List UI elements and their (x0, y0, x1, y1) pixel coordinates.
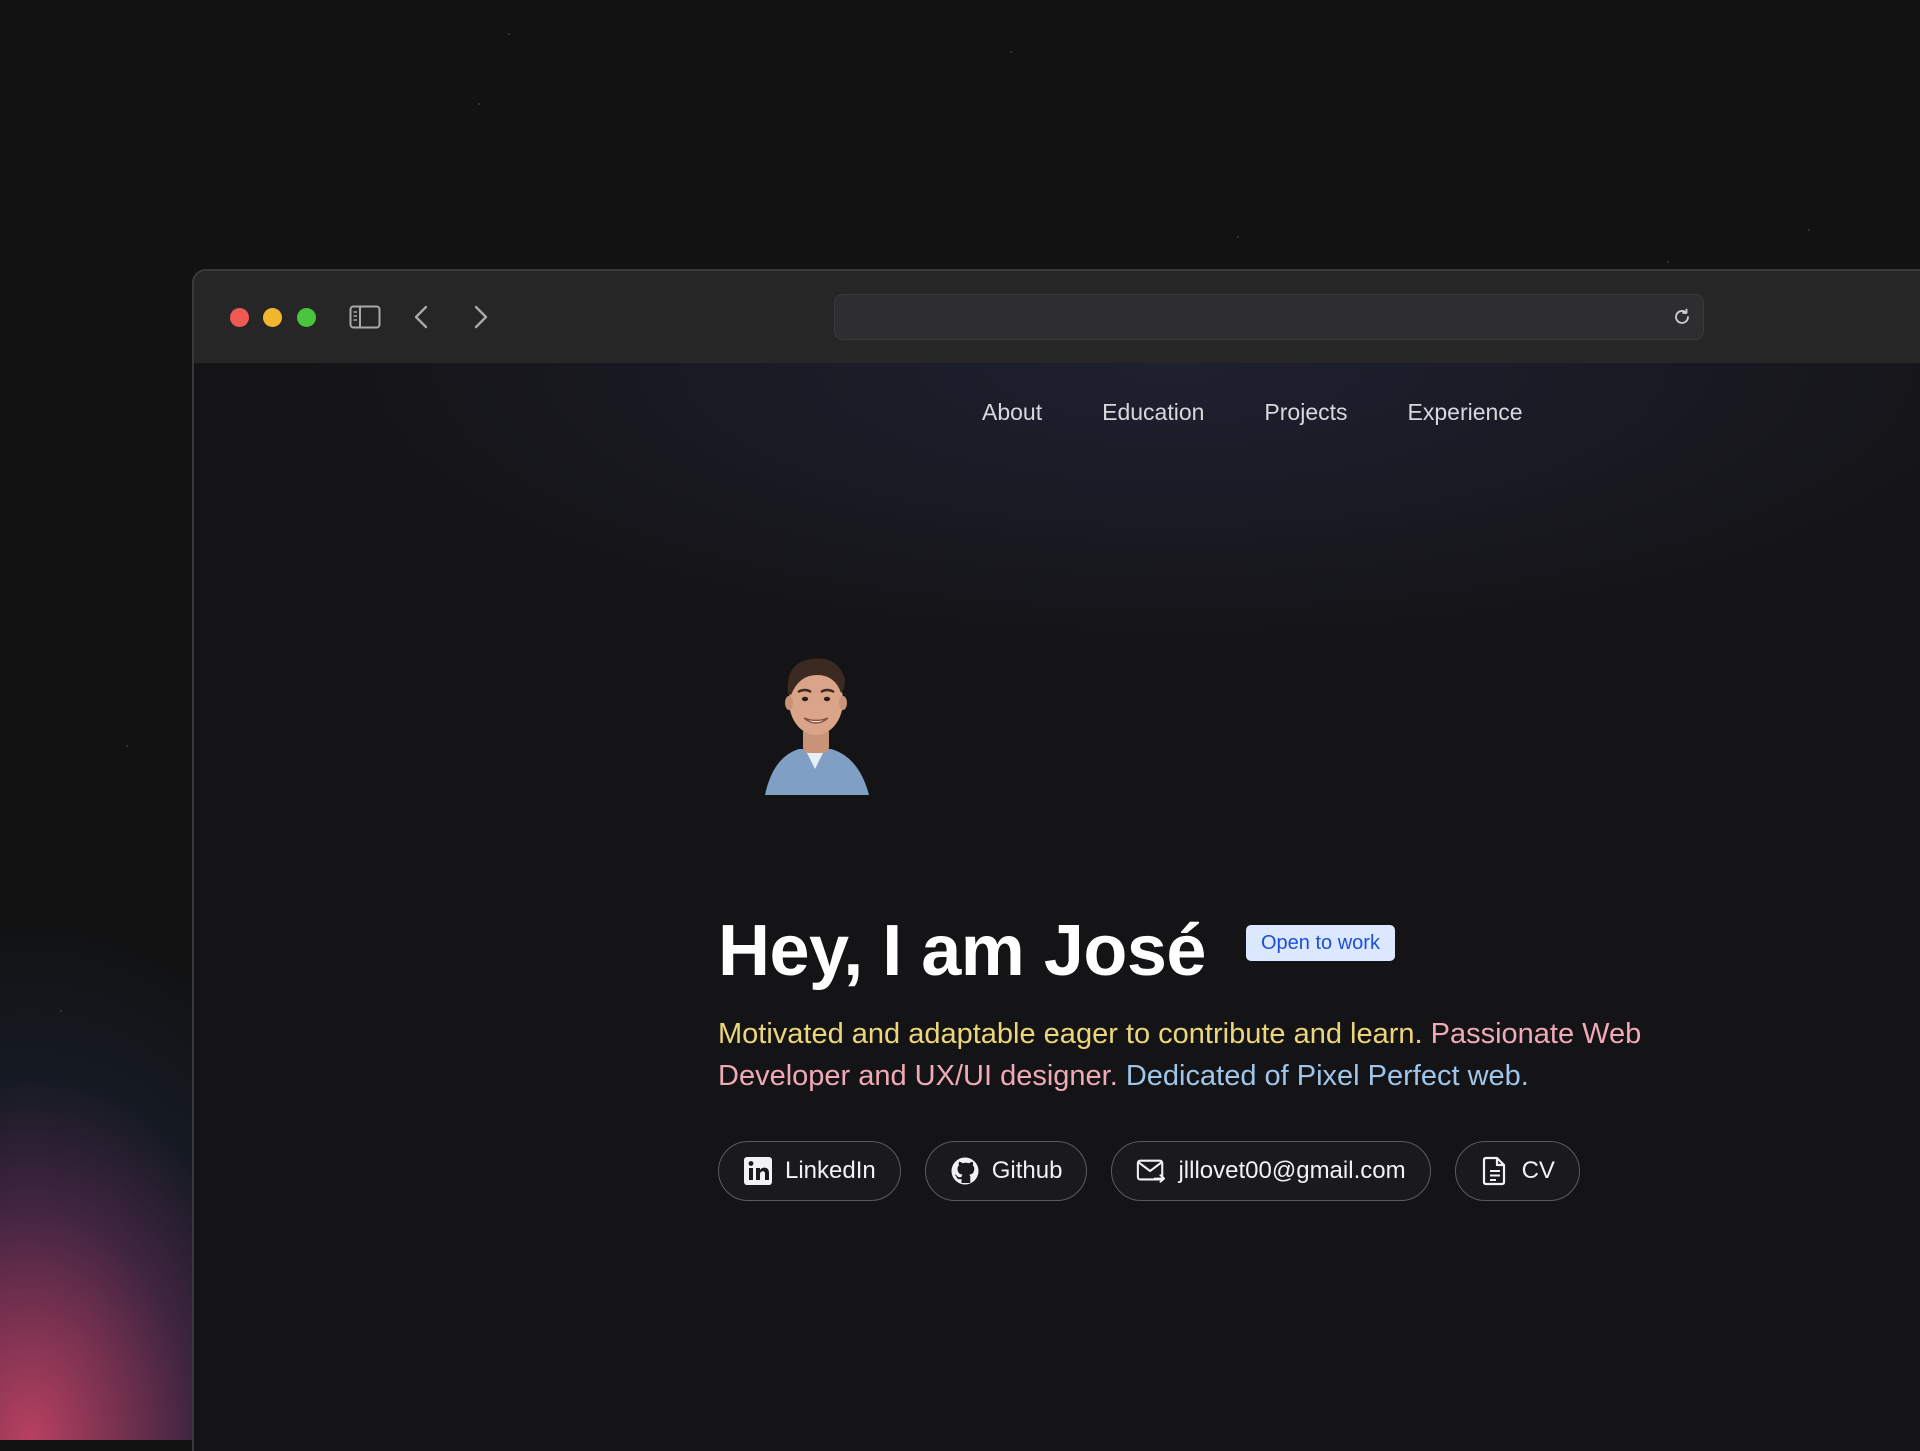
top-nav: About Education Projects Experience (982, 399, 1583, 426)
nav-link-about[interactable]: About (982, 399, 1042, 426)
cv-label: CV (1521, 1157, 1555, 1184)
github-button[interactable]: Github (924, 1141, 1088, 1201)
nav-link-projects[interactable]: Projects (1264, 399, 1347, 426)
maximize-window-button[interactable] (297, 308, 316, 327)
email-button[interactable]: jlllovet00@gmail.com (1111, 1141, 1431, 1201)
avatar (759, 635, 871, 795)
github-label: Github (991, 1157, 1063, 1184)
cv-button[interactable]: CV (1454, 1141, 1580, 1201)
reload-icon[interactable] (1671, 306, 1693, 328)
email-label: jlllovet00@gmail.com (1178, 1157, 1406, 1184)
mail-icon (1136, 1156, 1166, 1186)
status-badge: Open to work (1246, 925, 1395, 961)
address-bar[interactable] (834, 294, 1704, 340)
chevron-left-icon[interactable] (408, 301, 434, 333)
close-window-button[interactable] (230, 308, 249, 327)
minimize-window-button[interactable] (263, 308, 282, 327)
bio-part-1: Motivated and adaptable eager to contrib… (718, 1018, 1423, 1050)
nav-link-experience[interactable]: Experience (1408, 399, 1523, 426)
page-viewport: About Education Projects Experience Hey,… (194, 363, 1920, 1451)
nav-link-education[interactable]: Education (1102, 399, 1204, 426)
browser-window: About Education Projects Experience Hey,… (192, 269, 1920, 1451)
sidebar-icon[interactable] (348, 301, 382, 333)
chevron-right-icon[interactable] (468, 301, 494, 333)
browser-toolbar (194, 271, 1920, 364)
github-icon (950, 1156, 980, 1186)
linkedin-label: LinkedIn (785, 1157, 876, 1184)
bio-part-3: Dedicated of Pixel Perfect web. (1125, 1060, 1529, 1092)
hero-bio: Motivated and adaptable eager to contrib… (718, 1013, 1748, 1097)
social-links: LinkedIn Github jlllovet00@gmail.com CV (718, 1141, 1580, 1201)
document-icon (1480, 1156, 1510, 1186)
page-title: Hey, I am José (718, 911, 1206, 991)
linkedin-icon (743, 1156, 773, 1186)
linkedin-button[interactable]: LinkedIn (718, 1141, 901, 1201)
